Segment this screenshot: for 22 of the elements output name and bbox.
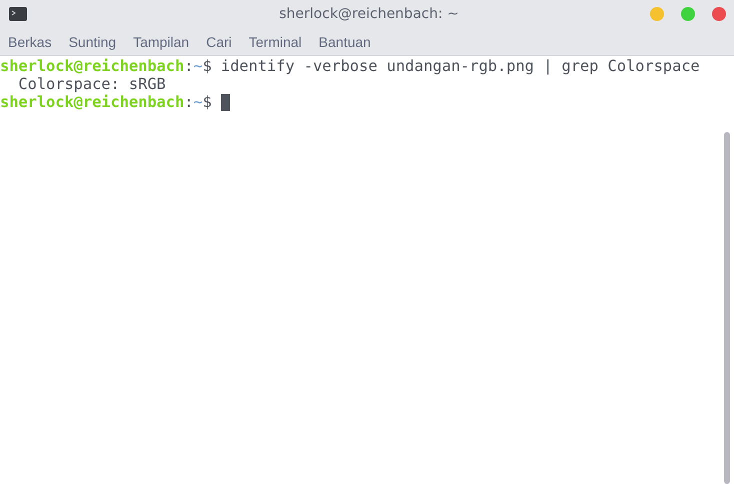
command-text: identify -verbose undangan-rgb.png | grep Colorspace [220, 57, 700, 75]
scrollbar[interactable] [724, 132, 730, 484]
menu-item[interactable]: Berkas [8, 34, 52, 50]
menu-item[interactable]: Sunting [68, 34, 116, 50]
maximize-button[interactable] [681, 7, 695, 21]
prompt-separator: : [184, 57, 194, 75]
output-text: Colorspace: sRGB [17, 75, 166, 93]
prompt-user-host: sherlock@reichenbach [0, 93, 184, 111]
prompt-symbol: $ [202, 93, 212, 111]
menu-item[interactable]: Terminal [248, 34, 302, 50]
window-title: sherlock@reichenbach: ~ [278, 6, 460, 22]
prompt-path: ~ [193, 93, 203, 111]
close-button[interactable] [712, 7, 726, 21]
prompt-path: ~ [193, 57, 203, 75]
prompt-symbol: $ [202, 57, 212, 75]
menu-item[interactable]: Tampilan [133, 34, 190, 50]
menu-item[interactable]: Bantuan [318, 34, 371, 50]
prompt-separator: : [184, 93, 194, 111]
minimize-button[interactable] [650, 7, 664, 21]
menu-item[interactable]: Cari [206, 34, 232, 50]
terminal-icon [8, 6, 28, 22]
prompt-user-host: sherlock@reichenbach [0, 57, 184, 75]
